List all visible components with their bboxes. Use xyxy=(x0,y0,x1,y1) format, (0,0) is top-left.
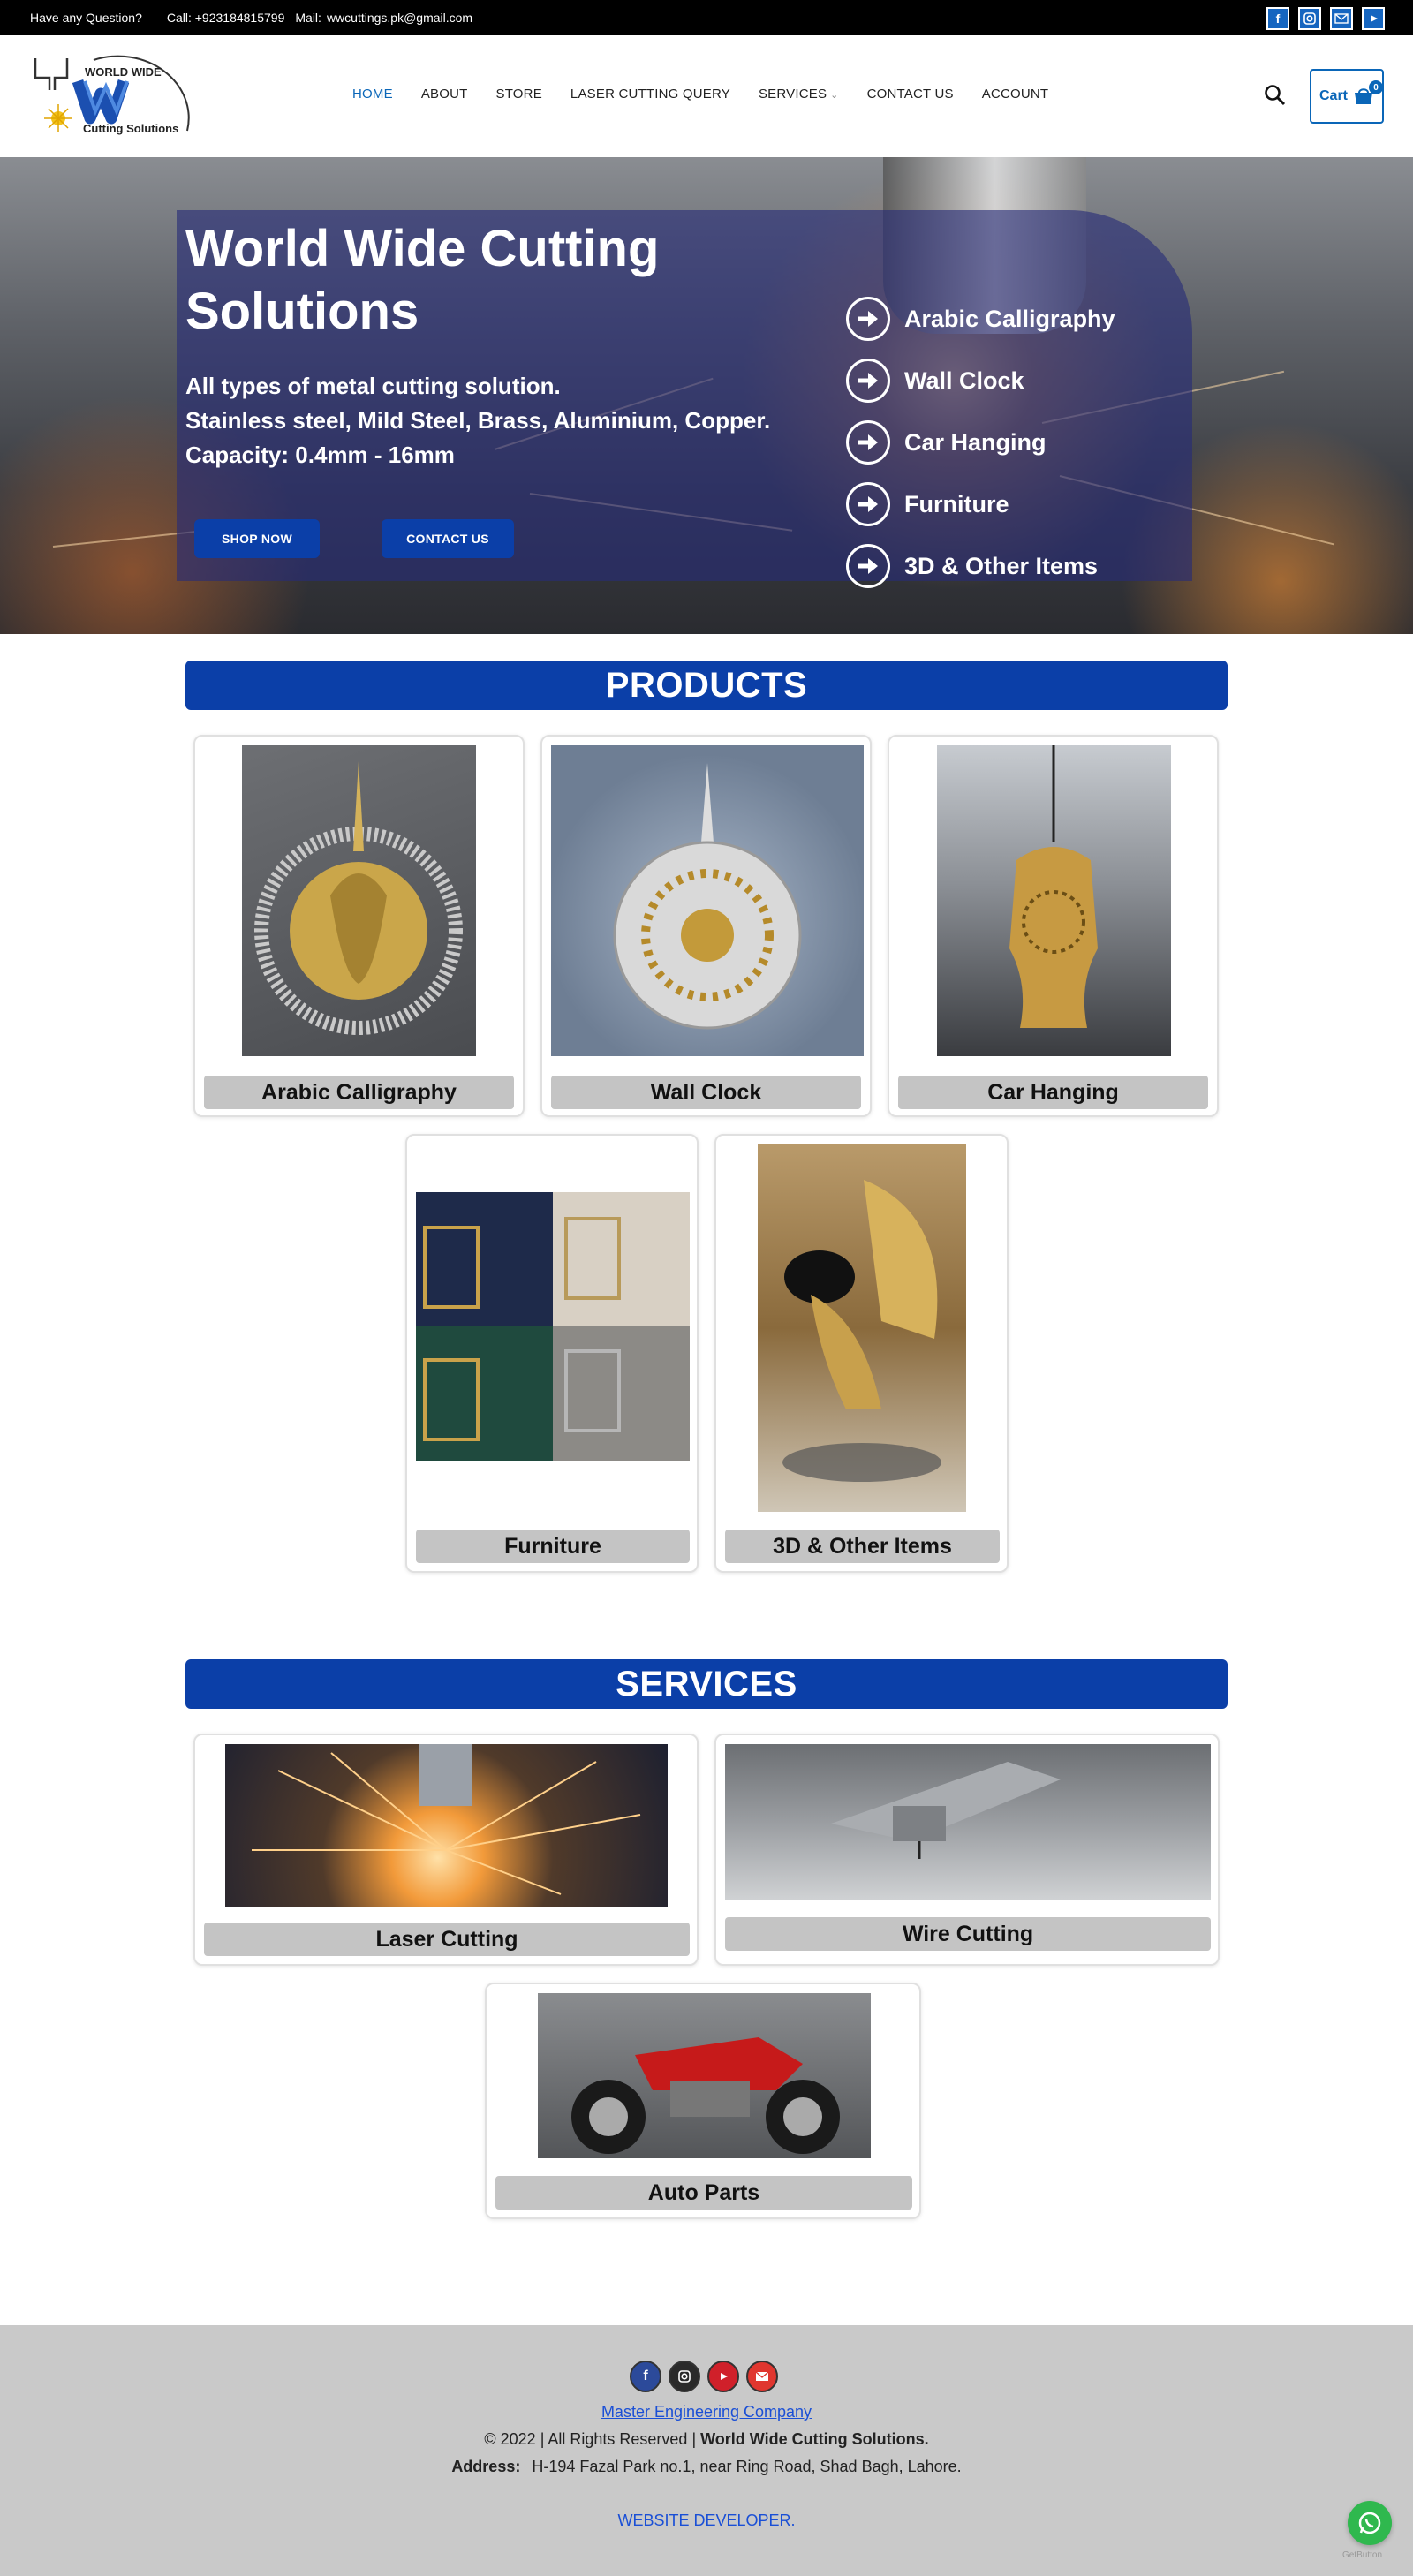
hero-list-item[interactable]: Wall Clock xyxy=(846,350,1115,412)
footer-socials: f xyxy=(630,2361,778,2392)
copyright-brand: World Wide Cutting Solutions. xyxy=(700,2430,929,2448)
product-card-wall-clock[interactable]: Wall Clock xyxy=(540,735,872,1117)
site-footer: f Master Engineering Company © 2022 | Al… xyxy=(0,2325,1413,2576)
3d-bird-image xyxy=(758,1144,966,1512)
hero-list-item[interactable]: Car Hanging xyxy=(846,412,1115,473)
instagram-icon[interactable] xyxy=(669,2361,700,2392)
product-label: Car Hanging xyxy=(898,1076,1208,1109)
copyright-prefix: © 2022 | All Rights Reserved | xyxy=(484,2430,697,2448)
phone-link[interactable]: Call: +923184815799 xyxy=(167,11,285,25)
furniture-image xyxy=(416,1192,690,1461)
address-label: Address: xyxy=(451,2458,521,2475)
hero-list-label: Arabic Calligraphy xyxy=(904,305,1115,332)
product-label: 3D & Other Items xyxy=(725,1530,1000,1563)
search-icon[interactable] xyxy=(1263,83,1291,111)
hero-list-item[interactable]: 3D & Other Items xyxy=(846,535,1115,597)
logo-line1: WORLD WIDE xyxy=(85,65,162,79)
service-card-auto-parts[interactable]: Auto Parts xyxy=(485,1983,921,2219)
hero-list-item[interactable]: Arabic Calligraphy xyxy=(846,288,1115,350)
cart-count-badge: 0 xyxy=(1369,80,1383,94)
mail-icon[interactable] xyxy=(1330,7,1353,30)
service-label: Laser Cutting xyxy=(204,1923,690,1956)
hero-list-label: Furniture xyxy=(904,490,1009,517)
facebook-icon[interactable]: f xyxy=(630,2361,661,2392)
topbar: Have any Question? Call: +923184815799 M… xyxy=(0,0,1413,35)
chevron-down-icon: ⌄ xyxy=(830,90,839,101)
nav-laser-cutting-query[interactable]: LASER CUTTING QUERY xyxy=(570,87,730,102)
youtube-icon[interactable] xyxy=(707,2361,739,2392)
youtube-icon[interactable] xyxy=(1362,7,1385,30)
service-card-laser-cutting[interactable]: Laser Cutting xyxy=(193,1734,699,1966)
arabic-calligraphy-image xyxy=(242,745,476,1056)
product-card-3d-other-items[interactable]: 3D & Other Items xyxy=(714,1134,1009,1573)
auto-parts-image xyxy=(538,1993,871,2158)
product-card-arabic-calligraphy[interactable]: Arabic Calligraphy xyxy=(193,735,525,1117)
getbutton-credit[interactable]: GetButton xyxy=(1342,2550,1382,2560)
wall-clock-image xyxy=(551,745,864,1056)
services-heading: SERVICES xyxy=(185,1659,1228,1709)
nav-store[interactable]: STORE xyxy=(496,87,542,102)
cart-icon: 0 xyxy=(1353,80,1383,105)
contact-us-button[interactable]: CONTACT US xyxy=(382,519,514,558)
products-heading: PRODUCTS xyxy=(185,661,1228,710)
hero-line-1: All types of metal cutting solution. xyxy=(185,373,561,399)
hero-line-3: Capacity: 0.4mm - 16mm xyxy=(185,442,455,468)
copyright-text: © 2022 | All Rights Reserved | World Wid… xyxy=(0,2430,1413,2449)
cart-label: Cart xyxy=(1319,88,1348,103)
arrow-right-circle-icon xyxy=(846,420,890,465)
laser-cutting-image xyxy=(225,1744,668,1907)
product-label: Furniture xyxy=(416,1530,690,1563)
main-nav: HOME ABOUT STORE LASER CUTTING QUERY SER… xyxy=(352,87,1077,102)
product-label: Wall Clock xyxy=(551,1076,861,1109)
arrow-right-circle-icon xyxy=(846,482,890,526)
mail-icon[interactable] xyxy=(746,2361,778,2392)
cart-button[interactable]: Cart 0 xyxy=(1310,69,1384,124)
hero-list-label: Wall Clock xyxy=(904,366,1024,394)
service-label: Wire Cutting xyxy=(725,1917,1211,1951)
logo-line2: Cutting Solutions xyxy=(83,122,179,135)
hero-list-label: 3D & Other Items xyxy=(904,552,1099,579)
instagram-icon[interactable] xyxy=(1298,7,1321,30)
nav-about[interactable]: ABOUT xyxy=(421,87,468,102)
nav-home[interactable]: HOME xyxy=(352,87,393,102)
address-text: Address: H-194 Fazal Park no.1, near Rin… xyxy=(0,2458,1413,2476)
arrow-right-circle-icon xyxy=(846,359,890,403)
address-value: H-194 Fazal Park no.1, near Ring Road, S… xyxy=(532,2458,962,2475)
whatsapp-icon xyxy=(1358,2512,1381,2534)
facebook-icon[interactable]: f xyxy=(1266,7,1289,30)
question-text: Have any Question? xyxy=(30,11,142,25)
site-logo[interactable]: WORLD WIDE Cutting Solutions xyxy=(32,51,191,141)
hero-category-list: Arabic Calligraphy Wall Clock Car Hangin… xyxy=(846,288,1115,597)
service-card-wire-cutting[interactable]: Wire Cutting xyxy=(714,1734,1220,1966)
nav-account[interactable]: ACCOUNT xyxy=(982,87,1049,102)
site-header: WORLD WIDE Cutting Solutions HOME ABOUT … xyxy=(0,35,1413,157)
company-link[interactable]: Master Engineering Company xyxy=(0,2403,1413,2421)
service-label: Auto Parts xyxy=(495,2176,912,2210)
nav-contact-us[interactable]: CONTACT US xyxy=(867,87,954,102)
topbar-socials: f xyxy=(1266,7,1385,30)
hero-title: World Wide Cutting Solutions xyxy=(185,220,660,340)
whatsapp-chat-button[interactable] xyxy=(1348,2501,1392,2545)
product-card-furniture[interactable]: Furniture xyxy=(405,1134,699,1573)
product-card-car-hanging[interactable]: Car Hanging xyxy=(888,735,1219,1117)
mail-label: Mail: xyxy=(295,11,321,25)
email-link[interactable]: wwcuttings.pk@gmail.com xyxy=(327,11,472,25)
nav-services[interactable]: SERVICES ⌄ xyxy=(759,87,839,102)
nav-services-label: SERVICES xyxy=(758,87,827,102)
hero-list-item[interactable]: Furniture xyxy=(846,473,1115,535)
car-hanging-image xyxy=(937,745,1171,1056)
hero-banner: World Wide Cutting Solutions All types o… xyxy=(0,157,1413,634)
arrow-right-circle-icon xyxy=(846,544,890,588)
wire-cutting-image xyxy=(725,1744,1211,1900)
shop-now-button[interactable]: SHOP NOW xyxy=(194,519,320,558)
arrow-right-circle-icon xyxy=(846,297,890,341)
hero-list-label: Car Hanging xyxy=(904,428,1047,456)
hero-line-2: Stainless steel, Mild Steel, Brass, Alum… xyxy=(185,407,771,434)
product-label: Arabic Calligraphy xyxy=(204,1076,514,1109)
website-developer-link[interactable]: WEBSITE DEVELOPER. xyxy=(0,2512,1413,2530)
